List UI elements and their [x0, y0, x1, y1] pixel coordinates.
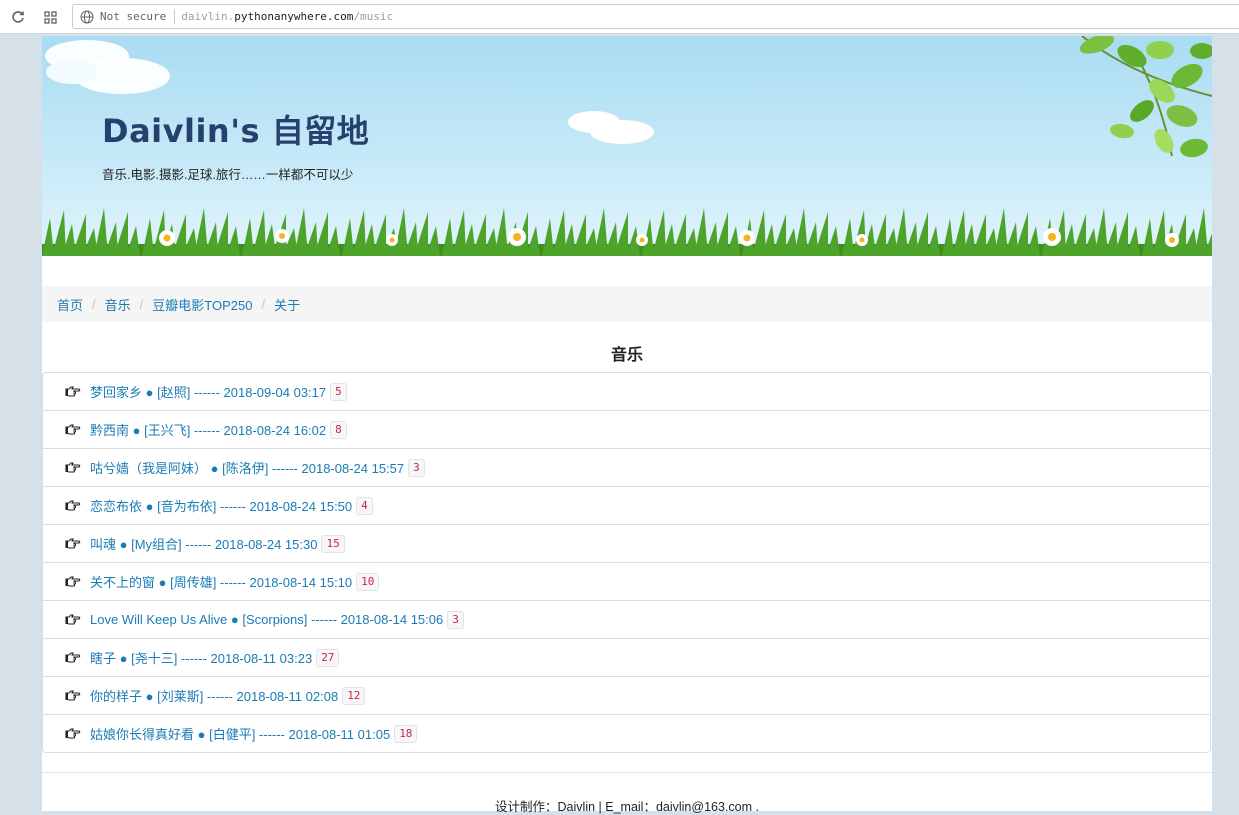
- url-host: pythonanywhere.com: [234, 10, 354, 23]
- song-link[interactable]: 姑娘你长得真好看 ● [白健平] ------ 2018-08-11 01:05: [90, 724, 390, 743]
- hand-point-right-icon: [65, 727, 81, 740]
- grass-image: [42, 208, 1212, 256]
- hand-point-right-icon: [65, 461, 81, 474]
- leaves-image: [1079, 36, 1212, 158]
- list-item: 梦回家乡 ● [赵照] ------ 2018-09-04 03:17 5: [43, 373, 1210, 410]
- breadcrumb: 首页 / 音乐 / 豆瓣电影TOP250 / 关于: [42, 286, 1212, 322]
- section-title: 音乐: [610, 345, 643, 364]
- song-link[interactable]: 瞎子 ● [尧十三] ------ 2018-08-11 03:23: [90, 648, 312, 667]
- apps-grid-icon[interactable]: [40, 7, 60, 27]
- cloud-image: [568, 111, 654, 144]
- song-link[interactable]: 叫魂 ● [My组合] ------ 2018-08-24 15:30: [90, 534, 317, 553]
- security-label: Not secure: [100, 10, 167, 23]
- list-item: 你的样子 ● [刘莱斯] ------ 2018-08-11 02:08 12: [43, 676, 1210, 714]
- url-subdomain: daivlin.: [181, 10, 235, 23]
- list-item: 姑娘你长得真好看 ● [白健平] ------ 2018-08-11 01:05…: [43, 714, 1210, 752]
- hand-point-right-icon: [65, 613, 81, 626]
- site-title: Daivlin's 自留地: [102, 112, 370, 150]
- browser-toolbar: Not secure daivlin. pythonanywhere.com/mu…: [0, 0, 1239, 34]
- play-count-badge: 4: [356, 496, 373, 515]
- list-item: 恋恋布依 ● [音为布依] ------ 2018-08-24 15:50 4: [43, 486, 1210, 524]
- hand-point-right-icon: [65, 385, 81, 398]
- page-container: Daivlin's 自留地 音乐.电影.摄影.足球.旅行……一样都不可以少 首页…: [42, 36, 1212, 814]
- breadcrumb-divider: /: [139, 296, 144, 312]
- play-count-badge: 18: [394, 724, 418, 743]
- hand-point-right-icon: [65, 423, 81, 436]
- song-link[interactable]: 咕兮嫱（我是阿妹） ● [陈洛伊] ------ 2018-08-24 15:5…: [90, 458, 404, 477]
- footer-divider: [42, 772, 1212, 773]
- play-count-badge: 10: [356, 572, 380, 591]
- song-link[interactable]: 恋恋布依 ● [音为布依] ------ 2018-08-24 15:50: [90, 496, 352, 515]
- hand-point-right-icon: [65, 651, 81, 664]
- hand-point-right-icon: [65, 537, 81, 550]
- list-item: 黔西南 ● [王兴飞] ------ 2018-08-24 16:02 8: [43, 410, 1210, 448]
- play-count-badge: 27: [316, 648, 340, 667]
- list-item: 咕兮嫱（我是阿妹） ● [陈洛伊] ------ 2018-08-24 15:5…: [43, 448, 1210, 486]
- play-count-badge: 5: [330, 382, 347, 401]
- list-item: 关不上的窗 ● [周传雄] ------ 2018-08-14 15:10 10: [43, 562, 1210, 600]
- address-bar[interactable]: Not secure daivlin. pythonanywhere.com/mu…: [72, 4, 1239, 29]
- globe-icon: [80, 10, 94, 24]
- play-count-badge: 8: [330, 420, 347, 439]
- breadcrumb-music[interactable]: 音乐: [105, 295, 131, 314]
- address-divider: [174, 9, 176, 24]
- song-link[interactable]: 黔西南 ● [王兴飞] ------ 2018-08-24 16:02: [90, 420, 326, 439]
- list-item: 叫魂 ● [My组合] ------ 2018-08-24 15:30 15: [43, 524, 1210, 562]
- list-item: Love Will Keep Us Alive ● [Scorpions] --…: [43, 600, 1210, 638]
- reload-icon[interactable]: [8, 7, 28, 27]
- hand-point-right-icon: [65, 499, 81, 512]
- play-count-badge: 3: [447, 610, 464, 629]
- header-banner: Daivlin's 自留地 音乐.电影.摄影.足球.旅行……一样都不可以少: [42, 36, 1212, 256]
- song-link[interactable]: 梦回家乡 ● [赵照] ------ 2018-09-04 03:17: [90, 382, 326, 401]
- site-subtitle: 音乐.电影.摄影.足球.旅行……一样都不可以少: [102, 168, 354, 182]
- song-link[interactable]: Love Will Keep Us Alive ● [Scorpions] --…: [90, 612, 443, 627]
- footer-text: 设计制作：Daivlin | E_mail：daivlin@163.com .: [495, 800, 759, 814]
- breadcrumb-douban-top250[interactable]: 豆瓣电影TOP250: [152, 295, 252, 314]
- breadcrumb-home[interactable]: 首页: [57, 295, 83, 314]
- url-path: /music: [353, 10, 394, 23]
- song-link[interactable]: 你的样子 ● [刘莱斯] ------ 2018-08-11 02:08: [90, 686, 338, 705]
- play-count-badge: 15: [321, 534, 345, 553]
- breadcrumb-divider: /: [261, 296, 266, 312]
- breadcrumb-divider: /: [92, 296, 96, 312]
- play-count-badge: 3: [408, 458, 425, 477]
- hand-point-right-icon: [65, 575, 81, 588]
- song-list: 梦回家乡 ● [赵照] ------ 2018-09-04 03:17 5 黔西南 …: [42, 372, 1211, 753]
- hand-point-right-icon: [65, 689, 81, 702]
- breadcrumb-about[interactable]: 关于: [274, 295, 300, 314]
- list-item: 瞎子 ● [尧十三] ------ 2018-08-11 03:23 27: [43, 638, 1210, 676]
- play-count-badge: 12: [342, 686, 366, 705]
- song-link[interactable]: 关不上的窗 ● [周传雄] ------ 2018-08-14 15:10: [90, 572, 352, 591]
- cloud-image: [45, 40, 170, 94]
